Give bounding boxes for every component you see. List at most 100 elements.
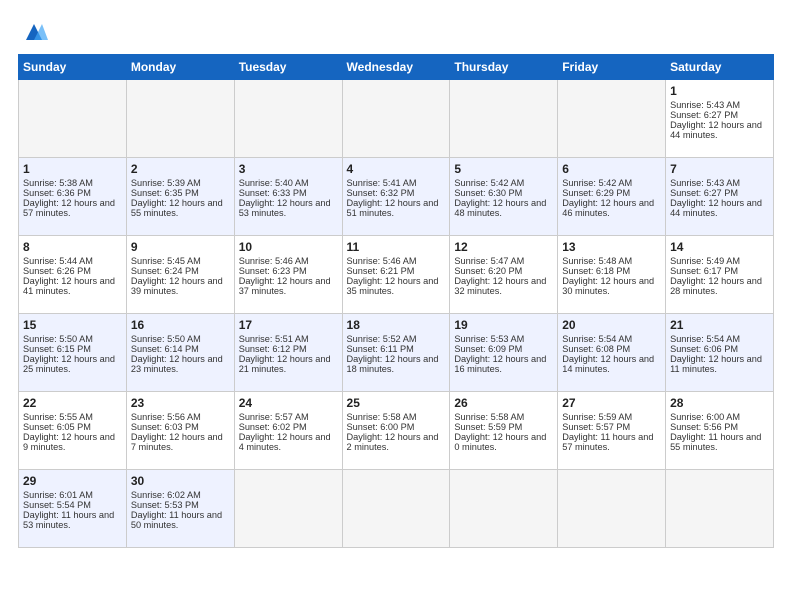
sunrise: Sunrise: 5:51 AM — [239, 334, 338, 344]
calendar-week-row: 1Sunrise: 5:43 AMSunset: 6:27 PMDaylight… — [19, 80, 774, 158]
sunset: Sunset: 6:26 PM — [23, 266, 122, 276]
day-number: 12 — [454, 240, 553, 254]
sunset: Sunset: 6:05 PM — [23, 422, 122, 432]
sunrise: Sunrise: 5:38 AM — [23, 178, 122, 188]
daylight: Daylight: 12 hours and 57 minutes. — [23, 198, 122, 218]
day-number: 23 — [131, 396, 230, 410]
calendar-week-row: 15Sunrise: 5:50 AMSunset: 6:15 PMDayligh… — [19, 314, 774, 392]
sunrise: Sunrise: 5:46 AM — [347, 256, 446, 266]
calendar-cell: 1Sunrise: 5:43 AMSunset: 6:27 PMDaylight… — [666, 80, 774, 158]
calendar-header-row: SundayMondayTuesdayWednesdayThursdayFrid… — [19, 55, 774, 80]
sunset: Sunset: 5:53 PM — [131, 500, 230, 510]
sunrise: Sunrise: 5:46 AM — [239, 256, 338, 266]
calendar-cell — [234, 470, 342, 548]
sunset: Sunset: 6:03 PM — [131, 422, 230, 432]
sunrise: Sunrise: 5:42 AM — [454, 178, 553, 188]
calendar-week-row: 1Sunrise: 5:38 AMSunset: 6:36 PMDaylight… — [19, 158, 774, 236]
calendar-cell: 26Sunrise: 5:58 AMSunset: 5:59 PMDayligh… — [450, 392, 558, 470]
day-number: 22 — [23, 396, 122, 410]
sunrise: Sunrise: 5:43 AM — [670, 178, 769, 188]
calendar-header-cell: Saturday — [666, 55, 774, 80]
sunrise: Sunrise: 5:40 AM — [239, 178, 338, 188]
calendar-cell: 1Sunrise: 5:38 AMSunset: 6:36 PMDaylight… — [19, 158, 127, 236]
calendar-cell: 13Sunrise: 5:48 AMSunset: 6:18 PMDayligh… — [558, 236, 666, 314]
sunset: Sunset: 6:27 PM — [670, 188, 769, 198]
day-number: 2 — [131, 162, 230, 176]
sunset: Sunset: 5:57 PM — [562, 422, 661, 432]
sunset: Sunset: 6:23 PM — [239, 266, 338, 276]
calendar-cell: 5Sunrise: 5:42 AMSunset: 6:30 PMDaylight… — [450, 158, 558, 236]
day-number: 3 — [239, 162, 338, 176]
sunrise: Sunrise: 6:00 AM — [670, 412, 769, 422]
day-number: 20 — [562, 318, 661, 332]
day-number: 14 — [670, 240, 769, 254]
sunrise: Sunrise: 5:48 AM — [562, 256, 661, 266]
sunrise: Sunrise: 5:54 AM — [670, 334, 769, 344]
daylight: Daylight: 11 hours and 53 minutes. — [23, 510, 122, 530]
sunset: Sunset: 6:02 PM — [239, 422, 338, 432]
calendar-cell: 24Sunrise: 5:57 AMSunset: 6:02 PMDayligh… — [234, 392, 342, 470]
sunset: Sunset: 6:35 PM — [131, 188, 230, 198]
sunrise: Sunrise: 5:54 AM — [562, 334, 661, 344]
daylight: Daylight: 12 hours and 39 minutes. — [131, 276, 230, 296]
calendar-cell: 30Sunrise: 6:02 AMSunset: 5:53 PMDayligh… — [126, 470, 234, 548]
calendar-cell: 28Sunrise: 6:00 AMSunset: 5:56 PMDayligh… — [666, 392, 774, 470]
sunrise: Sunrise: 5:56 AM — [131, 412, 230, 422]
day-number: 11 — [347, 240, 446, 254]
sunset: Sunset: 6:11 PM — [347, 344, 446, 354]
daylight: Daylight: 12 hours and 48 minutes. — [454, 198, 553, 218]
sunrise: Sunrise: 5:50 AM — [23, 334, 122, 344]
day-number: 10 — [239, 240, 338, 254]
daylight: Daylight: 12 hours and 18 minutes. — [347, 354, 446, 374]
calendar-cell: 15Sunrise: 5:50 AMSunset: 6:15 PMDayligh… — [19, 314, 127, 392]
calendar-cell: 22Sunrise: 5:55 AMSunset: 6:05 PMDayligh… — [19, 392, 127, 470]
day-number: 21 — [670, 318, 769, 332]
sunset: Sunset: 6:08 PM — [562, 344, 661, 354]
daylight: Daylight: 12 hours and 2 minutes. — [347, 432, 446, 452]
daylight: Daylight: 12 hours and 14 minutes. — [562, 354, 661, 374]
sunrise: Sunrise: 5:50 AM — [131, 334, 230, 344]
daylight: Daylight: 12 hours and 51 minutes. — [347, 198, 446, 218]
daylight: Daylight: 12 hours and 44 minutes. — [670, 198, 769, 218]
day-number: 9 — [131, 240, 230, 254]
daylight: Daylight: 12 hours and 7 minutes. — [131, 432, 230, 452]
calendar-cell: 14Sunrise: 5:49 AMSunset: 6:17 PMDayligh… — [666, 236, 774, 314]
calendar-week-row: 8Sunrise: 5:44 AMSunset: 6:26 PMDaylight… — [19, 236, 774, 314]
sunset: Sunset: 6:09 PM — [454, 344, 553, 354]
sunset: Sunset: 6:17 PM — [670, 266, 769, 276]
calendar-cell: 20 Sunrise: 5:54 AMSunset: 6:08 PMDayligh… — [558, 314, 666, 392]
calendar-cell: 27Sunrise: 5:59 AMSunset: 5:57 PMDayligh… — [558, 392, 666, 470]
daylight: Daylight: 12 hours and 23 minutes. — [131, 354, 230, 374]
calendar-cell: 8Sunrise: 5:44 AMSunset: 6:26 PMDaylight… — [19, 236, 127, 314]
sunrise: Sunrise: 5:47 AM — [454, 256, 553, 266]
calendar-cell: 3Sunrise: 5:40 AMSunset: 6:33 PMDaylight… — [234, 158, 342, 236]
calendar-cell — [558, 470, 666, 548]
calendar-cell — [234, 80, 342, 158]
calendar-header-cell: Wednesday — [342, 55, 450, 80]
calendar-cell — [126, 80, 234, 158]
calendar-cell: 12Sunrise: 5:47 AMSunset: 6:20 PMDayligh… — [450, 236, 558, 314]
sunset: Sunset: 6:29 PM — [562, 188, 661, 198]
calendar-week-row: 22 Sunrise: 5:55 AMSunset: 6:05 PM Dayligh… — [19, 392, 774, 470]
sunset: Sunset: 6:18 PM — [562, 266, 661, 276]
calendar-cell: 21 Sunrise: 5:54 AMSunset: 6:06 PMDayligh… — [666, 314, 774, 392]
daylight: Daylight: 12 hours and 41 minutes. — [23, 276, 122, 296]
daylight: Daylight: 12 hours and 11 minutes. — [670, 354, 769, 374]
sunset: Sunset: 6:30 PM — [454, 188, 553, 198]
calendar-cell: 9Sunrise: 5:45 AMSunset: 6:24 PMDaylight… — [126, 236, 234, 314]
sunrise: Sunrise: 5:59 AM — [562, 412, 661, 422]
daylight: Daylight: 11 hours and 50 minutes. — [131, 510, 230, 530]
calendar-header-cell: Monday — [126, 55, 234, 80]
sunrise: Sunrise: 5:55 AM — [23, 412, 122, 422]
calendar-cell — [666, 470, 774, 548]
calendar-cell: 23 Sunrise: 5:56 AMSunset: 6:03 PMDayligh… — [126, 392, 234, 470]
day-number: 19 — [454, 318, 553, 332]
sunset: Sunset: 6:06 PM — [670, 344, 769, 354]
calendar-header-cell: Friday — [558, 55, 666, 80]
sunrise: Sunrise: 5:41 AM — [347, 178, 446, 188]
sunrise: Sunrise: 6:01 AM — [23, 490, 122, 500]
sunrise: Sunrise: 6:02 AM — [131, 490, 230, 500]
calendar-cell: 10Sunrise: 5:46 AMSunset: 6:23 PMDayligh… — [234, 236, 342, 314]
sunrise: Sunrise: 5:42 AM — [562, 178, 661, 188]
sunrise: Sunrise: 5:39 AM — [131, 178, 230, 188]
